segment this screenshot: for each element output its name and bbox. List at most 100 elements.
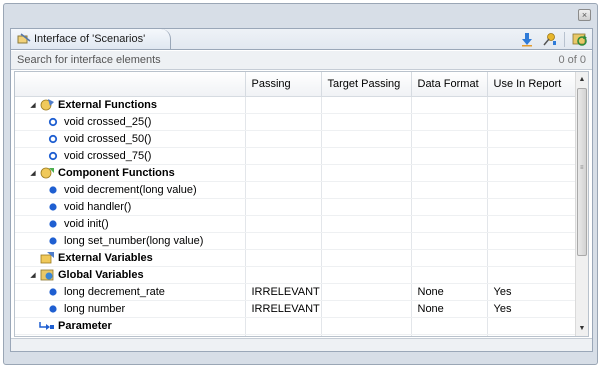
target-passing-cell[interactable] <box>321 300 412 318</box>
data-format-cell[interactable]: None <box>411 300 488 318</box>
target-passing-cell[interactable] <box>321 334 412 336</box>
passing-cell[interactable] <box>245 198 322 216</box>
data-format-cell[interactable] <box>411 215 488 233</box>
pin-icon[interactable] <box>541 31 558 48</box>
passing-cell[interactable] <box>245 334 322 336</box>
target-passing-cell[interactable] <box>321 147 412 165</box>
use-in-report-cell[interactable] <box>487 130 577 148</box>
passing-cell[interactable] <box>245 317 322 335</box>
data-format-cell[interactable] <box>411 249 488 267</box>
table-row[interactable]: void crossed_25() <box>15 113 577 131</box>
row-name-cell[interactable]: void decrement(long value) <box>15 181 246 199</box>
passing-cell[interactable] <box>245 181 322 199</box>
use-in-report-cell[interactable] <box>487 113 577 131</box>
passing-cell[interactable] <box>245 249 322 267</box>
table-row[interactable]: void init() <box>15 215 577 233</box>
row-name-cell[interactable]: void crossed_50() <box>15 130 246 148</box>
table-row[interactable]: ◢ External Functions <box>15 96 577 114</box>
target-passing-cell[interactable] <box>321 181 412 199</box>
passing-cell[interactable] <box>245 215 322 233</box>
use-in-report-cell[interactable]: Yes <box>487 300 577 318</box>
target-passing-cell[interactable] <box>321 232 412 250</box>
data-format-cell[interactable] <box>411 334 488 336</box>
row-name-cell[interactable]: ◢ Global Variables <box>15 266 246 284</box>
use-in-report-cell[interactable] <box>487 317 577 335</box>
column-header-passing[interactable]: Passing <box>245 72 322 97</box>
passing-cell[interactable] <box>245 164 322 182</box>
row-name-cell[interactable]: long decrement_rate <box>15 283 246 301</box>
passing-cell[interactable]: IRRELEVANT <box>245 283 322 301</box>
scroll-up-icon[interactable]: ▲ <box>576 73 588 86</box>
data-format-cell[interactable] <box>411 317 488 335</box>
passing-cell[interactable] <box>245 96 322 114</box>
row-name-cell[interactable]: Parameter <box>15 317 246 335</box>
table-row[interactable]: ◢ Global Variables <box>15 266 577 284</box>
search-input[interactable] <box>17 54 559 66</box>
column-header-data-format[interactable]: Data Format <box>411 72 488 97</box>
column-header-use-in-report[interactable]: Use In Report <box>487 72 577 97</box>
table-row[interactable]: long decrement_rate IRRELEVANT None Yes <box>15 283 577 301</box>
passing-cell[interactable] <box>245 130 322 148</box>
data-format-cell[interactable] <box>411 130 488 148</box>
use-in-report-cell[interactable] <box>487 334 577 336</box>
data-format-cell[interactable] <box>411 96 488 114</box>
use-in-report-cell[interactable] <box>487 232 577 250</box>
row-name-cell[interactable]: ◢ Component Functions <box>15 164 246 182</box>
use-in-report-cell[interactable] <box>487 198 577 216</box>
column-header-name[interactable] <box>15 72 246 97</box>
passing-cell[interactable]: IRRELEVANT <box>245 300 322 318</box>
use-in-report-cell[interactable] <box>487 164 577 182</box>
target-passing-cell[interactable] <box>321 249 412 267</box>
target-passing-cell[interactable] <box>321 96 412 114</box>
data-format-cell[interactable] <box>411 198 488 216</box>
tab-interface-of-scenarios[interactable]: Interface of 'Scenarios' <box>11 29 171 50</box>
row-name-cell[interactable]: void crossed_75() <box>15 147 246 165</box>
target-passing-cell[interactable] <box>321 317 412 335</box>
data-format-cell[interactable] <box>411 164 488 182</box>
target-passing-cell[interactable] <box>321 283 412 301</box>
data-format-cell[interactable] <box>411 181 488 199</box>
scrollbar-thumb[interactable]: ≡ <box>577 88 587 256</box>
target-passing-cell[interactable] <box>321 198 412 216</box>
expand-toggle-icon[interactable]: ◢ <box>27 271 39 279</box>
target-passing-cell[interactable] <box>321 215 412 233</box>
row-name-cell[interactable]: long number <box>15 300 246 318</box>
use-in-report-cell[interactable] <box>487 181 577 199</box>
passing-cell[interactable] <box>245 147 322 165</box>
use-in-report-cell[interactable] <box>487 147 577 165</box>
vertical-scrollbar[interactable]: ▲ ≡ ▼ <box>575 72 588 336</box>
column-header-target-passing[interactable]: Target Passing <box>321 72 412 97</box>
passing-cell[interactable] <box>245 266 322 284</box>
use-in-report-cell[interactable] <box>487 266 577 284</box>
data-format-cell[interactable] <box>411 266 488 284</box>
expand-toggle-icon[interactable]: ◢ <box>27 101 39 109</box>
target-passing-cell[interactable] <box>321 130 412 148</box>
table-row[interactable]: long set_number(long value) <box>15 232 577 250</box>
table-row[interactable]: External Variables <box>15 249 577 267</box>
table-row[interactable]: ◢ Component Functions <box>15 164 577 182</box>
data-format-cell[interactable] <box>411 147 488 165</box>
table-row[interactable]: void handler() <box>15 198 577 216</box>
close-icon[interactable]: × <box>578 9 591 21</box>
table-row[interactable]: Parameter <box>15 317 577 335</box>
target-passing-cell[interactable] <box>321 164 412 182</box>
table-row[interactable]: Return <box>15 334 577 336</box>
table-row[interactable]: void decrement(long value) <box>15 181 577 199</box>
table-row[interactable]: void crossed_50() <box>15 130 577 148</box>
use-in-report-cell[interactable] <box>487 96 577 114</box>
row-name-cell[interactable]: External Variables <box>15 249 246 267</box>
use-in-report-cell[interactable] <box>487 249 577 267</box>
refresh-icon[interactable] <box>571 31 588 48</box>
table-row[interactable]: void crossed_75() <box>15 147 577 165</box>
table-row[interactable]: long number IRRELEVANT None Yes <box>15 300 577 318</box>
download-icon[interactable] <box>518 31 535 48</box>
row-name-cell[interactable]: void handler() <box>15 198 246 216</box>
target-passing-cell[interactable] <box>321 266 412 284</box>
row-name-cell[interactable]: void init() <box>15 215 246 233</box>
row-name-cell[interactable]: ◢ External Functions <box>15 96 246 114</box>
use-in-report-cell[interactable]: Yes <box>487 283 577 301</box>
data-format-cell[interactable] <box>411 232 488 250</box>
use-in-report-cell[interactable] <box>487 215 577 233</box>
row-name-cell[interactable]: long set_number(long value) <box>15 232 246 250</box>
passing-cell[interactable] <box>245 113 322 131</box>
